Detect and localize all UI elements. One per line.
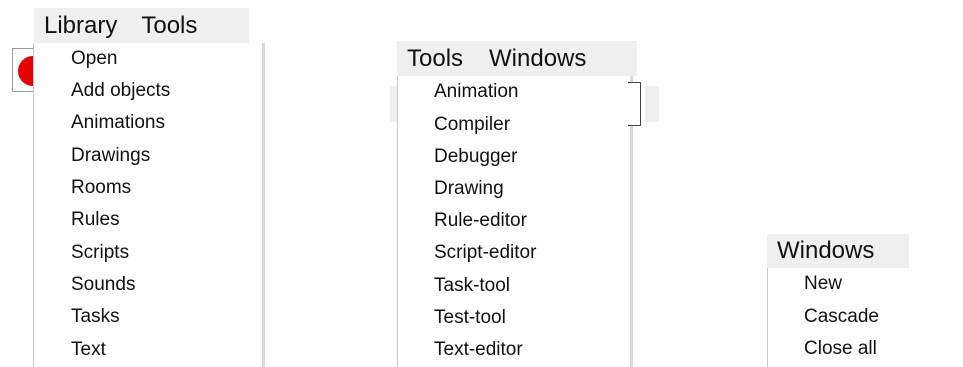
menu-item-text[interactable]: Text bbox=[34, 334, 265, 366]
menu-item-label: Tasks bbox=[71, 306, 120, 327]
menu-item-label: Animation bbox=[434, 81, 519, 102]
menu-item-new[interactable]: New bbox=[768, 268, 917, 300]
menu-item-add-objects[interactable]: Add objects bbox=[34, 75, 265, 107]
red-circle-icon[interactable] bbox=[12, 48, 34, 92]
menu-item-label: Text bbox=[71, 339, 106, 360]
menu-item-label: Add objects bbox=[71, 80, 171, 101]
menu-item-label: Close all bbox=[804, 338, 877, 359]
menu-item-label: Drawings bbox=[71, 145, 151, 166]
menu-item-animation[interactable]: Animation bbox=[398, 76, 633, 108]
record-dot-icon bbox=[18, 56, 34, 86]
menu-item-label: New bbox=[804, 273, 843, 294]
menu-item-label: Animations bbox=[71, 112, 165, 133]
menu-item-label: Text-editor bbox=[434, 339, 523, 360]
menu-item-scripts[interactable]: Scripts bbox=[34, 237, 265, 269]
menu-item-animations[interactable]: Animations bbox=[34, 107, 265, 139]
menu-item-label: Open bbox=[71, 48, 118, 69]
menu-item-compiler[interactable]: Compiler bbox=[398, 109, 633, 141]
menu-item-label: Rules bbox=[71, 209, 120, 230]
menu-item-label: Compiler bbox=[434, 114, 511, 135]
menu-item-label: Rule-editor bbox=[434, 210, 527, 231]
menu-item-label: Task-tool bbox=[434, 275, 511, 296]
menu-item-label: Drawing bbox=[434, 178, 504, 199]
menu-item-cascade[interactable]: Cascade bbox=[768, 301, 917, 333]
menu-item-label: Scripts bbox=[71, 242, 130, 263]
menu-item-text-editor[interactable]: Text-editor bbox=[398, 334, 633, 366]
menubar-tools[interactable]: Tools bbox=[397, 45, 473, 73]
menu-item-drawing[interactable]: Drawing bbox=[398, 173, 633, 205]
menu-item-sounds[interactable]: Sounds bbox=[34, 269, 265, 301]
menu-item-label: Script-editor bbox=[434, 242, 537, 263]
windows-menu: New Cascade Close all bbox=[767, 268, 917, 367]
menu-item-label: Test-tool bbox=[434, 307, 506, 328]
menu-item-label: Sounds bbox=[71, 274, 136, 295]
library-menubar: Library Tools bbox=[34, 8, 249, 43]
menubar-windows[interactable]: Windows bbox=[473, 45, 596, 73]
menu-item-test-tool[interactable]: Test-tool bbox=[398, 302, 633, 334]
menu-item-tasks[interactable]: Tasks bbox=[34, 301, 265, 333]
menu-item-label: Cascade bbox=[804, 306, 879, 327]
menu-item-debugger[interactable]: Debugger bbox=[398, 141, 633, 173]
menu-item-rule-editor[interactable]: Rule-editor bbox=[398, 205, 633, 237]
menu-item-script-editor[interactable]: Script-editor bbox=[398, 237, 633, 269]
menu-item-task-tool[interactable]: Task-tool bbox=[398, 270, 633, 302]
menubar-windows[interactable]: Windows bbox=[767, 237, 884, 265]
menu-item-label: Debugger bbox=[434, 146, 518, 167]
menubar-tools[interactable]: Tools bbox=[127, 12, 207, 40]
menu-item-rooms[interactable]: Rooms bbox=[34, 172, 265, 204]
menu-item-close-all[interactable]: Close all bbox=[768, 333, 917, 365]
menubar-library[interactable]: Library bbox=[34, 12, 127, 40]
windows-menubar: Windows bbox=[767, 234, 909, 268]
menu-item-rules[interactable]: Rules bbox=[34, 204, 265, 236]
tools-menu: Animation Compiler Debugger Drawing Rule… bbox=[397, 76, 633, 367]
scroll-handle[interactable] bbox=[628, 82, 641, 126]
tools-menubar: Tools Windows bbox=[397, 41, 637, 76]
menu-item-open[interactable]: Open bbox=[34, 43, 265, 75]
background-bar bbox=[645, 86, 659, 122]
menu-item-label: Rooms bbox=[71, 177, 132, 198]
menu-item-drawings[interactable]: Drawings bbox=[34, 140, 265, 172]
library-menu: Open Add objects Animations Drawings Roo… bbox=[33, 43, 265, 367]
